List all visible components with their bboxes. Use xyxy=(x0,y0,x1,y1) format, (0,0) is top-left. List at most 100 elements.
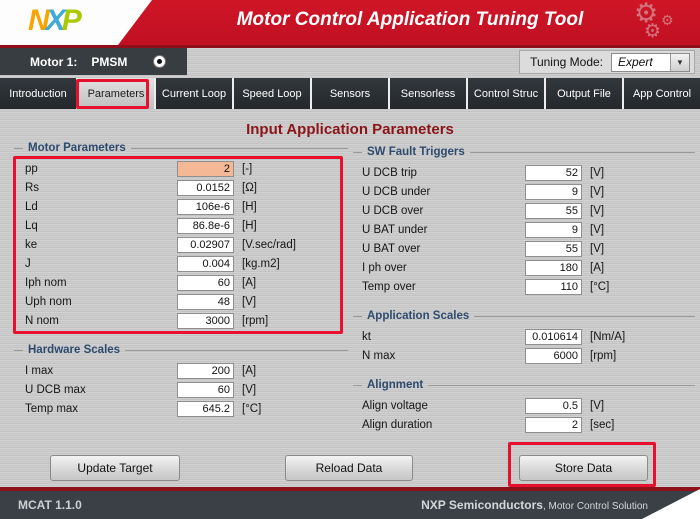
iph-nom-input[interactable] xyxy=(177,275,234,291)
ld-input[interactable] xyxy=(177,199,234,215)
gears-icon: ⚙ ⚙ ⚙ xyxy=(632,0,694,45)
page-title: Input Application Parameters xyxy=(0,121,700,138)
parameter-label: Rs xyxy=(25,182,177,194)
parameter-label: U DCB trip xyxy=(362,167,525,179)
pp-input[interactable] xyxy=(177,161,234,177)
parameter-row-iph-nom: Iph nom [A] xyxy=(14,273,348,292)
parameter-label: I ph over xyxy=(362,262,525,274)
parameter-row-u-dcb-under: U DCB under[V] xyxy=(353,182,695,201)
tab-sensors[interactable]: Sensors xyxy=(312,78,388,109)
app-header: NXP Motor Control Application Tuning Too… xyxy=(0,0,700,48)
left-column: Motor Parameterspp[-]Rs[Ω]Ld[H]Lq[H]ke[V… xyxy=(14,141,348,431)
footer-suffix: , Motor Control Solution xyxy=(543,501,648,512)
parameter-unit: [A] xyxy=(242,277,256,289)
u-dcb-max-input[interactable] xyxy=(177,382,234,398)
temp-max-input[interactable] xyxy=(177,401,234,417)
tab-app-control[interactable]: App Control xyxy=(624,78,700,109)
tab-output-file[interactable]: Output File xyxy=(546,78,622,109)
u-dcb-under-input[interactable] xyxy=(525,184,582,200)
parameter-row-align-voltage: Align voltage[V] xyxy=(353,396,695,415)
tab-current-loop[interactable]: Current Loop xyxy=(156,78,232,109)
parameter-unit: [V] xyxy=(590,186,604,198)
parameter-unit: [V] xyxy=(590,205,604,217)
update-target-button[interactable]: Update Target xyxy=(50,455,180,481)
nxp-logo: NXP xyxy=(28,4,78,38)
parameter-label: N nom xyxy=(25,315,177,327)
footer-branding: NXP Semiconductors, Motor Control Soluti… xyxy=(421,498,648,512)
tab-parameters[interactable]: Parameters xyxy=(78,78,154,109)
parameter-row-rs: Rs[Ω] xyxy=(14,178,348,197)
group-sw-fault-triggers: SW Fault TriggersU DCB trip[V]U DCB unde… xyxy=(353,145,695,296)
tab-bar: IntroductionParametersCurrent LoopSpeed … xyxy=(0,78,700,109)
j-input[interactable] xyxy=(177,256,234,272)
footer-corner-cut xyxy=(642,489,700,519)
gear-icon: ⚙ xyxy=(661,12,674,29)
motor-selector[interactable]: Motor 1: PMSM xyxy=(0,48,187,75)
align-duration-input[interactable] xyxy=(525,417,582,433)
parameter-label: Iph nom xyxy=(25,277,177,289)
parameter-row-i-ph-over: I ph over[A] xyxy=(353,258,695,277)
parameter-label: U BAT over xyxy=(362,243,525,255)
parameter-row-u-dcb-trip: U DCB trip [V] xyxy=(353,163,695,182)
parameter-label: U DCB over xyxy=(362,205,525,217)
ke-input[interactable] xyxy=(177,237,234,253)
rs-input[interactable] xyxy=(177,180,234,196)
parameter-label: kt xyxy=(362,331,525,343)
i-max-input[interactable] xyxy=(177,363,234,379)
parameter-row-align-duration: Align duration[sec] xyxy=(353,415,695,434)
tab-sensorless[interactable]: Sensorless xyxy=(390,78,466,109)
parameter-unit: [V] xyxy=(590,243,604,255)
group-hardware-scales: Hardware ScalesI max[A]U DCB max[V]Temp … xyxy=(14,343,348,418)
parameter-row-temp-max: Temp max [°C] xyxy=(14,399,348,418)
parameter-row-n-nom: N nom[rpm] xyxy=(14,311,348,330)
parameter-unit: [sec] xyxy=(590,419,614,431)
tab-speed-loop[interactable]: Speed Loop xyxy=(234,78,310,109)
tab-control-struc[interactable]: Control Struc xyxy=(468,78,544,109)
parameter-label: Ld xyxy=(25,201,177,213)
group-legend: Alignment xyxy=(353,378,695,392)
parameter-label: ke xyxy=(25,239,177,251)
lq-input[interactable] xyxy=(177,218,234,234)
parameter-label: pp xyxy=(25,163,177,175)
parameter-label: U DCB max xyxy=(25,384,177,396)
parameter-label: Lq xyxy=(25,220,177,232)
tab-introduction[interactable]: Introduction xyxy=(0,78,76,109)
chevron-down-icon[interactable]: ▼ xyxy=(670,54,689,71)
u-bat-over-input[interactable] xyxy=(525,241,582,257)
u-bat-under-input[interactable] xyxy=(525,222,582,238)
group-legend: Motor Parameters xyxy=(14,141,348,155)
tuning-mode-label: Tuning Mode: xyxy=(530,55,603,69)
group-application-scales: Application Scaleskt[Nm/A]N max[rpm] xyxy=(353,309,695,365)
parameter-label: Temp over xyxy=(362,281,525,293)
parameter-unit: [V] xyxy=(242,296,256,308)
i-ph-over-input[interactable] xyxy=(525,260,582,276)
n-max-input[interactable] xyxy=(525,348,582,364)
parameter-unit: [V] xyxy=(590,400,604,412)
parameter-label: J xyxy=(25,258,177,270)
group-legend: Application Scales xyxy=(353,309,695,323)
n-nom-input[interactable] xyxy=(177,313,234,329)
temp-over-input[interactable] xyxy=(525,279,582,295)
parameter-unit: [°C] xyxy=(242,403,261,415)
parameter-row-n-max: N max[rpm] xyxy=(353,346,695,365)
kt-input[interactable] xyxy=(525,329,582,345)
uph-nom-input[interactable] xyxy=(177,294,234,310)
motor-radio-icon[interactable] xyxy=(153,55,166,68)
parameter-row-uph-nom: Uph nom [V] xyxy=(14,292,348,311)
store-data-button[interactable]: Store Data xyxy=(519,455,648,481)
reload-data-button[interactable]: Reload Data xyxy=(285,455,413,481)
parameter-label: Temp max xyxy=(25,403,177,415)
u-dcb-trip-input[interactable] xyxy=(525,165,582,181)
parameter-unit: [V] xyxy=(590,167,604,179)
parameter-unit: [°C] xyxy=(590,281,609,293)
parameter-label: Uph nom xyxy=(25,296,177,308)
gear-icon: ⚙ xyxy=(644,20,661,43)
parameter-row-j: J[kg.m2] xyxy=(14,254,348,273)
align-voltage-input[interactable] xyxy=(525,398,582,414)
parameter-label: U BAT under xyxy=(362,224,525,236)
u-dcb-over-input[interactable] xyxy=(525,203,582,219)
tuning-mode-panel: Tuning Mode: Expert ▼ xyxy=(519,50,695,74)
tuning-mode-select[interactable]: Expert ▼ xyxy=(611,53,690,72)
group-legend: SW Fault Triggers xyxy=(353,145,695,159)
motor-bar: Motor 1: PMSM Tuning Mode: Expert ▼ xyxy=(0,48,700,75)
